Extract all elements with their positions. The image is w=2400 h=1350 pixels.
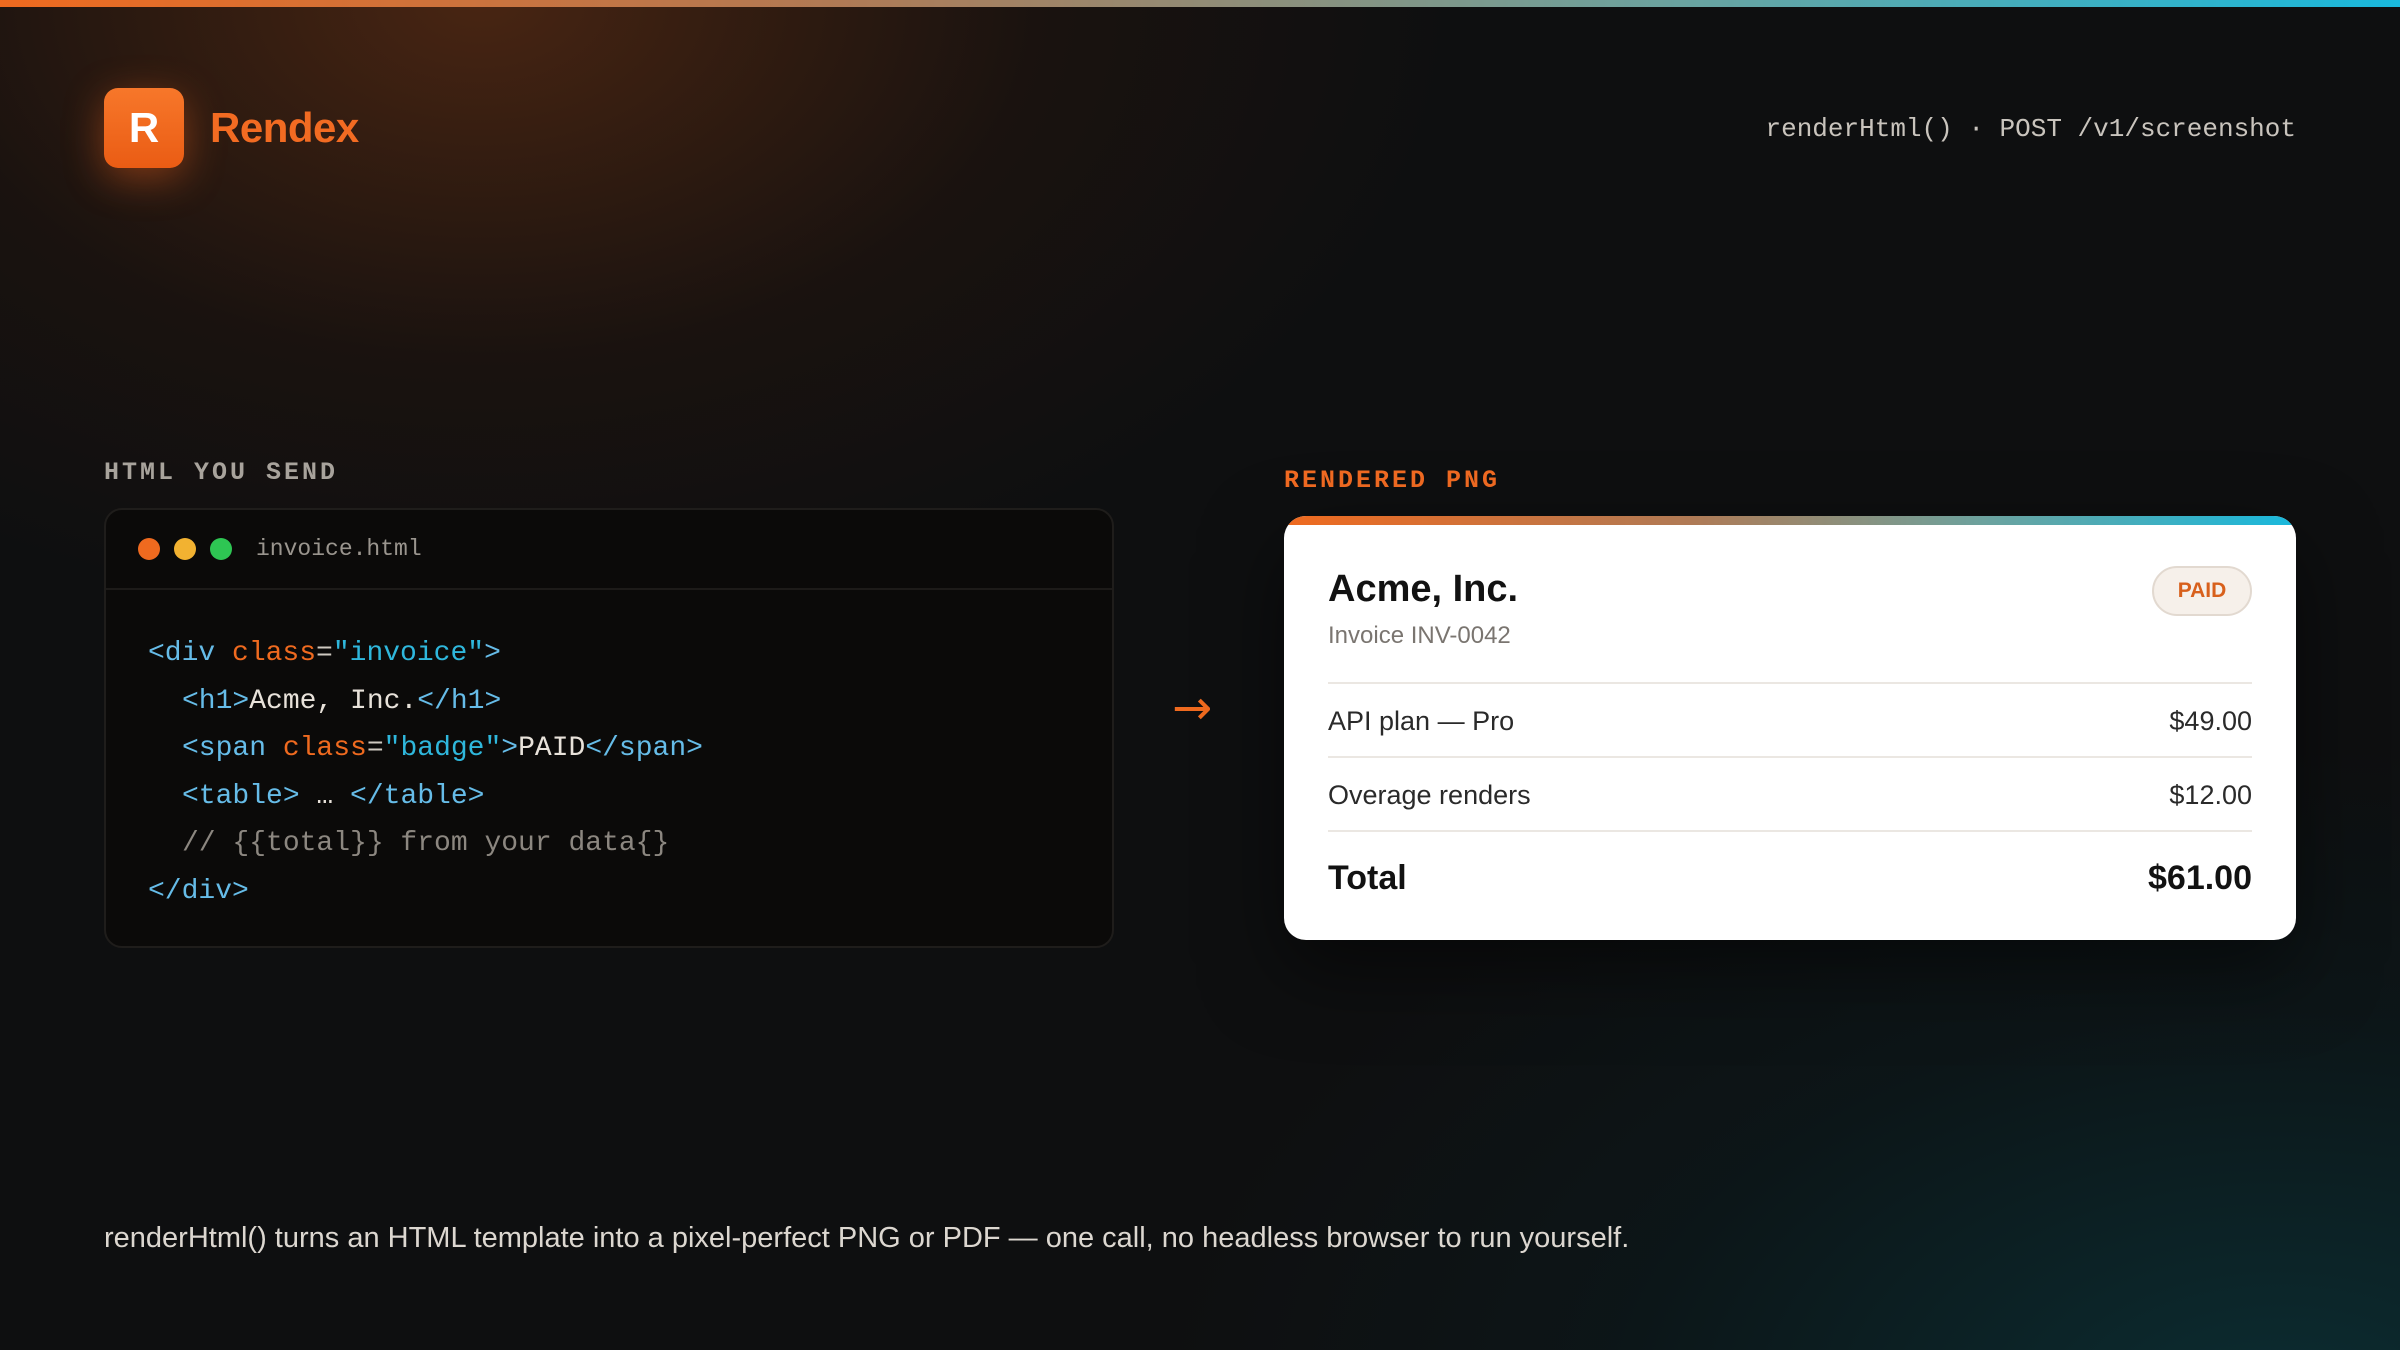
code-token-attr: class xyxy=(232,638,317,669)
code-line: // {{total}} from your data{} xyxy=(148,820,1112,868)
invoice-line-item: API plan — Pro $49.00 xyxy=(1328,682,2252,758)
code-token-tag: </table> xyxy=(350,780,485,812)
line-item-label: API plan — Pro xyxy=(1328,705,1515,736)
code-token-tag: > xyxy=(484,638,501,669)
code-token-tag: <h1> xyxy=(182,685,250,717)
code-line: <h1>Acme, Inc.</h1> xyxy=(148,678,1112,726)
code-token-string: "badge" xyxy=(383,733,502,764)
html-section-label: HTML YOU SEND xyxy=(104,458,339,487)
line-item-amount: $49.00 xyxy=(2169,705,2252,736)
code-token-punct: = xyxy=(316,638,333,669)
invoice-line-item: Overage renders $12.00 xyxy=(1328,756,2252,832)
invoice-number: Invoice INV-0042 xyxy=(1328,622,1511,649)
logo-letter: R xyxy=(128,104,160,151)
code-line: </div> xyxy=(148,868,1112,916)
code-token-text: … xyxy=(299,780,351,812)
line-item-amount: $12.00 xyxy=(2169,779,2252,810)
top-gradient-bar xyxy=(0,0,2400,7)
code-body: <div class="invoice"> <h1>Acme, Inc.</h1… xyxy=(106,590,1112,915)
endpoint-label: renderHtml() · POST /v1/screenshot xyxy=(1765,114,2297,144)
total-label: Total xyxy=(1328,858,1407,897)
code-token-tag: <span xyxy=(182,733,283,764)
code-token-tag: <table> xyxy=(182,780,300,812)
png-section-label: RENDERED PNG xyxy=(1284,466,1501,495)
code-token-tag: </div> xyxy=(148,875,249,907)
brand-name: Rendex xyxy=(210,104,359,151)
code-line: <table> … </table> xyxy=(148,773,1112,821)
code-editor-header: invoice.html xyxy=(106,510,1112,590)
code-token-attr: class xyxy=(282,733,367,764)
code-line: <div class="invoice"> xyxy=(148,630,1112,678)
window-minimize-dot-icon xyxy=(174,538,196,560)
window-maximize-dot-icon xyxy=(210,538,232,560)
code-token-text: Acme, Inc. xyxy=(249,685,418,717)
code-line: <span class="badge">PAID</span> xyxy=(148,725,1112,773)
code-token-tag: </span> xyxy=(585,733,703,764)
logo-icon: R xyxy=(104,88,184,168)
invoice-company: Acme, Inc. xyxy=(1328,568,1519,610)
code-token-text: PAID xyxy=(518,733,586,764)
invoice-gradient-strip xyxy=(1284,516,2296,525)
code-token-tag: > xyxy=(501,733,519,764)
line-item-label: Overage renders xyxy=(1328,779,1531,810)
total-amount: $61.00 xyxy=(2148,858,2252,897)
code-token-string: "invoice" xyxy=(332,638,485,669)
window-close-dot-icon xyxy=(138,538,160,560)
code-filename: invoice.html xyxy=(256,536,422,562)
code-editor-card: invoice.html <div class="invoice"> <h1>A… xyxy=(104,508,1114,948)
code-token-tag: </h1> xyxy=(417,685,502,717)
code-token-punct: = xyxy=(366,733,384,764)
code-token-tag: <div xyxy=(148,638,233,669)
rendered-invoice-card: Acme, Inc. Invoice INV-0042 PAID API pla… xyxy=(1284,516,2296,940)
code-token-comment: // {{total}} from your data{} xyxy=(182,828,670,859)
footer-description: renderHtml() turns an HTML template into… xyxy=(104,1222,1630,1254)
invoice-total-row: Total $61.00 xyxy=(1328,830,2252,924)
arrow-right-icon: → xyxy=(1172,680,1213,736)
status-badge: PAID xyxy=(2152,566,2252,616)
